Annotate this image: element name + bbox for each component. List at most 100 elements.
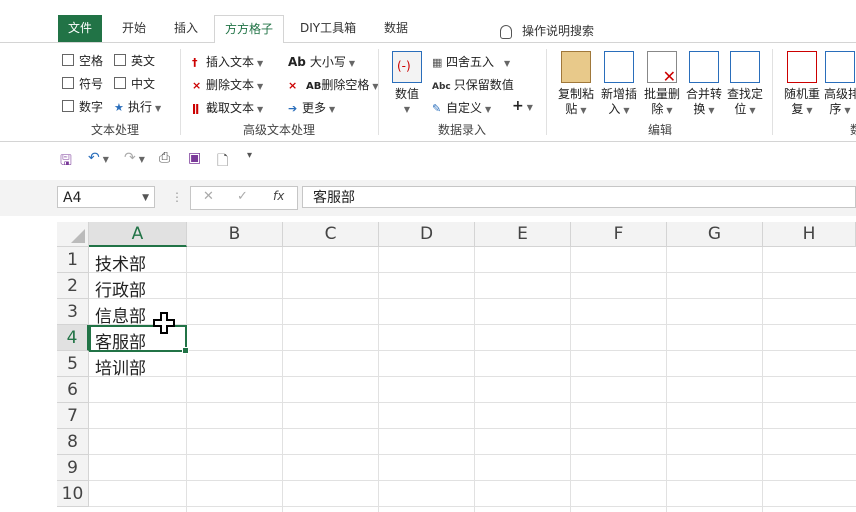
- checkbox-english[interactable]: 英文: [114, 52, 155, 69]
- find-locate-button[interactable]: 查找定位 ▼: [725, 51, 765, 118]
- new-insert-button[interactable]: 新增插入 ▼: [599, 51, 639, 118]
- worksheet-grid: A B C D E F G H 1 2 3 4 5 6 7 8 9 10 技术部…: [0, 222, 856, 512]
- round-button[interactable]: ▦ 四舍五入 ▼: [432, 53, 510, 70]
- select-all-corner[interactable]: [57, 222, 89, 247]
- checkbox-chinese[interactable]: 中文: [114, 75, 155, 92]
- insert-text-icon: †: [192, 56, 198, 69]
- case-icon: Ab: [288, 55, 306, 69]
- row-header-1[interactable]: 1: [57, 247, 89, 273]
- random-icon: [787, 51, 817, 83]
- tab-file[interactable]: 文件: [58, 15, 102, 42]
- help-search[interactable]: 操作说明搜索: [500, 22, 594, 39]
- execute-button[interactable]: ★ 执行 ▼: [114, 98, 161, 115]
- group-label-more: 数: [850, 121, 856, 138]
- checkbox-space[interactable]: 空格: [62, 52, 103, 69]
- undo-icon[interactable]: ↶ ▼: [88, 150, 109, 166]
- extract-text-icon: ǁ: [192, 102, 200, 115]
- column-header-d[interactable]: D: [379, 222, 475, 247]
- quick-access-toolbar: 🖫 ↶ ▼ ↷ ▼ ⎙ ▣ 🗋 ▾: [0, 142, 856, 172]
- new-document-icon[interactable]: 🗋: [217, 150, 228, 174]
- tab-insert[interactable]: 插入: [164, 15, 208, 42]
- redo-icon[interactable]: ↷ ▼: [124, 150, 145, 166]
- row-header-5[interactable]: 5: [57, 351, 89, 377]
- cancel-icon[interactable]: ✕: [203, 189, 214, 204]
- delete-space-icon: ×: [288, 79, 298, 92]
- lightbulb-icon: [500, 24, 512, 39]
- name-box[interactable]: A4 ▼: [57, 186, 155, 208]
- round-icon: ▦: [432, 56, 443, 69]
- formula-input[interactable]: 客服部: [302, 186, 856, 208]
- group-separator: [378, 49, 379, 135]
- cell-a3[interactable]: 信息部: [95, 302, 146, 327]
- insert-text-button[interactable]: † 插入文本 ▼: [192, 53, 263, 70]
- tab-home[interactable]: 开始: [112, 15, 156, 42]
- row-header-2[interactable]: 2: [57, 273, 89, 299]
- ribbon-tab-bar: 文件 开始 插入 方方格子 DIY工具箱 数据 操作说明搜索: [0, 0, 856, 44]
- function-icon[interactable]: fx: [273, 189, 284, 203]
- row-header-4[interactable]: 4: [57, 325, 89, 351]
- cell-a5[interactable]: 培训部: [95, 354, 146, 379]
- group-label-text-processing: 文本处理: [91, 123, 140, 137]
- star-icon: ★: [114, 101, 124, 114]
- column-header-e[interactable]: E: [475, 222, 571, 247]
- batch-delete-button[interactable]: ✕ 批量删除 ▼: [642, 51, 682, 118]
- delete-text-icon: ×: [192, 79, 202, 92]
- ribbon: 空格 英文 符号 中文 数字 ★ 执行 ▼ 文本处理 † 插入文本 ▼ Ab 大小写 ▼ ×…: [0, 43, 856, 142]
- column-header-f[interactable]: F: [571, 222, 667, 247]
- group-separator: [772, 49, 773, 135]
- cell-a1[interactable]: 技术部: [95, 250, 146, 275]
- print-preview-icon[interactable]: ⎙: [159, 150, 170, 166]
- formula-buttons: ✕ ✓ fx: [190, 186, 298, 210]
- merge-convert-button[interactable]: 合并转换 ▼: [684, 51, 724, 118]
- clipboard-icon: [561, 51, 591, 83]
- group-label-advanced-text: 高级文本处理: [243, 123, 316, 137]
- abc-icon: Abc: [432, 82, 451, 92]
- advanced-sort-button[interactable]: 高级排序 ▼: [824, 51, 856, 118]
- more-dots-icon: ⋮: [171, 190, 183, 204]
- copy-paste-button[interactable]: 复制粘贴 ▼: [556, 51, 596, 118]
- edit-icon: ✎: [432, 102, 442, 115]
- group-separator: [180, 49, 181, 135]
- row-header-9[interactable]: 9: [57, 455, 89, 481]
- case-button[interactable]: Ab 大小写 ▼: [288, 53, 355, 70]
- checkbox-symbol[interactable]: 符号: [62, 75, 103, 92]
- enter-icon[interactable]: ✓: [237, 189, 248, 204]
- sort-icon: [825, 51, 855, 83]
- add-plus-button[interactable]: + ▼: [512, 98, 533, 114]
- group-label-data-entry: 数据录入: [438, 123, 487, 137]
- group-separator: [546, 49, 547, 135]
- column-header-g[interactable]: G: [667, 222, 763, 247]
- row-header-6[interactable]: 6: [57, 377, 89, 403]
- column-header-c[interactable]: C: [283, 222, 379, 247]
- custom-button[interactable]: ✎ 自定义 ▼: [432, 99, 491, 116]
- tab-fangfang[interactable]: 方方格子: [214, 15, 285, 44]
- insert-rows-icon: [604, 51, 634, 83]
- delete-text-button[interactable]: × 删除文本 ▼: [192, 76, 263, 93]
- column-header-b[interactable]: B: [187, 222, 283, 247]
- tab-data[interactable]: 数据: [374, 15, 418, 42]
- extract-text-button[interactable]: ǁ 截取文本 ▼: [192, 99, 263, 116]
- column-header-h[interactable]: H: [763, 222, 856, 247]
- row-header-8[interactable]: 8: [57, 429, 89, 455]
- tab-diy-toolbox[interactable]: DIY工具箱: [290, 15, 366, 42]
- customize-qat-icon[interactable]: ▾: [247, 150, 252, 161]
- delete-table-icon: ✕: [647, 51, 677, 85]
- row-header-10[interactable]: 10: [57, 481, 89, 507]
- cell-a2[interactable]: 行政部: [95, 276, 146, 301]
- checkbox-number[interactable]: 数字: [62, 98, 103, 115]
- more-button[interactable]: ➔ 更多 ▼: [288, 99, 335, 116]
- random-repeat-button[interactable]: 随机重复 ▼: [782, 51, 822, 118]
- delete-space-button[interactable]: × AB删除空格 ▼: [288, 76, 379, 93]
- keep-value-button[interactable]: Abc 只保留数值: [432, 76, 514, 93]
- row-header-3[interactable]: 3: [57, 299, 89, 325]
- cell-cursor-icon: [153, 312, 175, 334]
- column-header-a[interactable]: A: [89, 222, 187, 247]
- row-header-7[interactable]: 7: [57, 403, 89, 429]
- formula-bar: A4 ▼ ⋮ ✕ ✓ fx 客服部: [0, 180, 856, 216]
- arrow-right-icon: ➔: [288, 102, 298, 115]
- value-button[interactable]: (-) 数值 ▼: [390, 51, 424, 117]
- save-icon[interactable]: 🖫: [60, 150, 72, 174]
- group-label-edit: 编辑: [648, 123, 673, 137]
- form-icon[interactable]: ▣: [188, 150, 201, 166]
- value-icon: (-): [392, 51, 422, 83]
